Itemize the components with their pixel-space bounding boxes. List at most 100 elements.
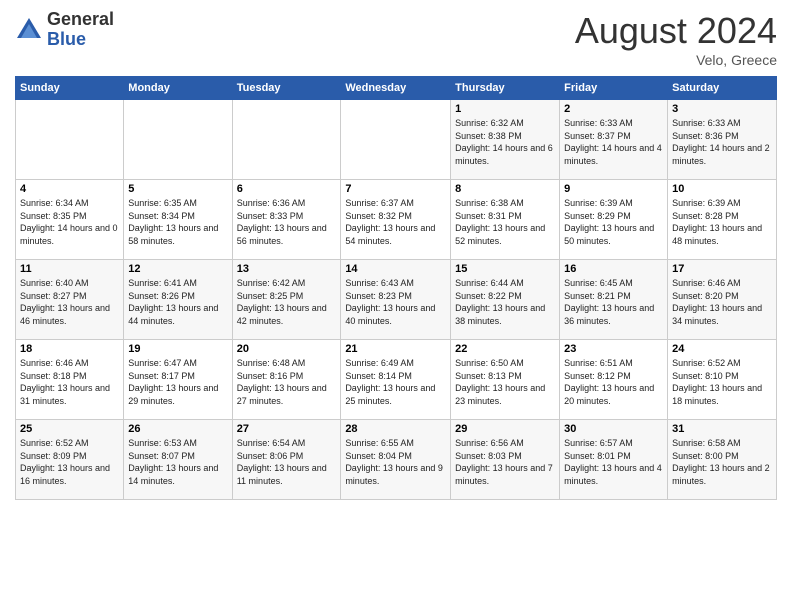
header-cell-thursday: Thursday <box>451 77 560 100</box>
day-cell: 7 Sunrise: 6:37 AM Sunset: 8:32 PM Daylig… <box>341 180 451 260</box>
day-info: Sunrise: 6:46 AM Sunset: 8:18 PM Dayligh… <box>20 357 119 407</box>
day-cell: 20 Sunrise: 6:48 AM Sunset: 8:16 PM Dayli… <box>232 340 341 420</box>
day-number: 19 <box>128 343 227 355</box>
calendar-header: SundayMondayTuesdayWednesdayThursdayFrid… <box>16 77 777 100</box>
day-cell: 27 Sunrise: 6:54 AM Sunset: 8:06 PM Dayli… <box>232 420 341 500</box>
day-cell: 16 Sunrise: 6:45 AM Sunset: 8:21 PM Dayli… <box>560 260 668 340</box>
day-number: 18 <box>20 343 119 355</box>
day-info: Sunrise: 6:38 AM Sunset: 8:31 PM Dayligh… <box>455 197 555 247</box>
day-cell: 13Sunrise: 6:42 AM Sunset: 8:25 PM Dayli… <box>232 260 341 340</box>
day-number: 25 <box>20 423 119 435</box>
day-info: Sunrise: 6:49 AM Sunset: 8:14 PM Dayligh… <box>345 357 446 407</box>
day-number: 9 <box>564 183 663 195</box>
day-number: 7 <box>345 183 446 195</box>
day-info: Sunrise: 6:41 AM Sunset: 8:26 PM Dayligh… <box>128 277 227 327</box>
day-cell: 11 Sunrise: 6:40 AM Sunset: 8:27 PM Dayli… <box>16 260 124 340</box>
day-number: 12 <box>128 263 227 275</box>
week-row-1: 4 Sunrise: 6:34 AM Sunset: 8:35 PM Daylig… <box>16 180 777 260</box>
day-number: 27 <box>237 423 337 435</box>
day-cell: 26Sunrise: 6:53 AM Sunset: 8:07 PM Dayli… <box>124 420 232 500</box>
day-cell <box>232 100 341 180</box>
day-info: Sunrise: 6:39 AM Sunset: 8:29 PM Dayligh… <box>564 197 663 247</box>
day-cell: 22 Sunrise: 6:50 AM Sunset: 8:13 PM Dayli… <box>451 340 560 420</box>
logo-icon <box>15 16 43 44</box>
day-cell: 5Sunrise: 6:35 AM Sunset: 8:34 PM Daylig… <box>124 180 232 260</box>
day-info: Sunrise: 6:47 AM Sunset: 8:17 PM Dayligh… <box>128 357 227 407</box>
day-info: Sunrise: 6:32 AM Sunset: 8:38 PM Dayligh… <box>455 117 555 167</box>
title-block: August 2024 Velo, Greece <box>575 10 777 68</box>
day-number: 22 <box>455 343 555 355</box>
day-info: Sunrise: 6:44 AM Sunset: 8:22 PM Dayligh… <box>455 277 555 327</box>
day-info: Sunrise: 6:34 AM Sunset: 8:35 PM Dayligh… <box>20 197 119 247</box>
day-number: 11 <box>20 263 119 275</box>
day-info: Sunrise: 6:50 AM Sunset: 8:13 PM Dayligh… <box>455 357 555 407</box>
day-number: 16 <box>564 263 663 275</box>
day-cell: 30Sunrise: 6:57 AM Sunset: 8:01 PM Dayli… <box>560 420 668 500</box>
header-cell-friday: Friday <box>560 77 668 100</box>
day-cell: 9 Sunrise: 6:39 AM Sunset: 8:29 PM Daylig… <box>560 180 668 260</box>
day-cell: 21 Sunrise: 6:49 AM Sunset: 8:14 PM Dayli… <box>341 340 451 420</box>
day-info: Sunrise: 6:58 AM Sunset: 8:00 PM Dayligh… <box>672 437 772 487</box>
day-number: 14 <box>345 263 446 275</box>
day-cell <box>341 100 451 180</box>
day-cell: 25Sunrise: 6:52 AM Sunset: 8:09 PM Dayli… <box>16 420 124 500</box>
day-number: 29 <box>455 423 555 435</box>
day-cell: 1Sunrise: 6:32 AM Sunset: 8:38 PM Daylig… <box>451 100 560 180</box>
day-info: Sunrise: 6:37 AM Sunset: 8:32 PM Dayligh… <box>345 197 446 247</box>
day-number: 20 <box>237 343 337 355</box>
day-number: 17 <box>672 263 772 275</box>
day-info: Sunrise: 6:46 AM Sunset: 8:20 PM Dayligh… <box>672 277 772 327</box>
week-row-2: 11 Sunrise: 6:40 AM Sunset: 8:27 PM Dayli… <box>16 260 777 340</box>
day-info: Sunrise: 6:36 AM Sunset: 8:33 PM Dayligh… <box>237 197 337 247</box>
day-number: 6 <box>237 183 337 195</box>
day-info: Sunrise: 6:33 AM Sunset: 8:37 PM Dayligh… <box>564 117 663 167</box>
day-info: Sunrise: 6:57 AM Sunset: 8:01 PM Dayligh… <box>564 437 663 487</box>
day-number: 4 <box>20 183 119 195</box>
day-cell: 31Sunrise: 6:58 AM Sunset: 8:00 PM Dayli… <box>668 420 777 500</box>
calendar-table: SundayMondayTuesdayWednesdayThursdayFrid… <box>15 76 777 500</box>
calendar-body: 1Sunrise: 6:32 AM Sunset: 8:38 PM Daylig… <box>16 100 777 500</box>
day-info: Sunrise: 6:52 AM Sunset: 8:10 PM Dayligh… <box>672 357 772 407</box>
day-cell: 14Sunrise: 6:43 AM Sunset: 8:23 PM Dayli… <box>341 260 451 340</box>
day-info: Sunrise: 6:40 AM Sunset: 8:27 PM Dayligh… <box>20 277 119 327</box>
page-header: General Blue August 2024 Velo, Greece <box>15 10 777 68</box>
day-cell: 12 Sunrise: 6:41 AM Sunset: 8:26 PM Dayli… <box>124 260 232 340</box>
header-cell-wednesday: Wednesday <box>341 77 451 100</box>
day-number: 21 <box>345 343 446 355</box>
day-info: Sunrise: 6:42 AM Sunset: 8:25 PM Dayligh… <box>237 277 337 327</box>
logo-blue: Blue <box>47 29 86 49</box>
day-number: 2 <box>564 103 663 115</box>
day-number: 28 <box>345 423 446 435</box>
day-cell: 10 Sunrise: 6:39 AM Sunset: 8:28 PM Dayli… <box>668 180 777 260</box>
day-info: Sunrise: 6:48 AM Sunset: 8:16 PM Dayligh… <box>237 357 337 407</box>
day-cell: 2 Sunrise: 6:33 AM Sunset: 8:37 PM Daylig… <box>560 100 668 180</box>
day-number: 26 <box>128 423 227 435</box>
day-cell: 18 Sunrise: 6:46 AM Sunset: 8:18 PM Dayli… <box>16 340 124 420</box>
day-info: Sunrise: 6:39 AM Sunset: 8:28 PM Dayligh… <box>672 197 772 247</box>
day-cell <box>16 100 124 180</box>
day-cell: 17 Sunrise: 6:46 AM Sunset: 8:20 PM Dayli… <box>668 260 777 340</box>
week-row-4: 25Sunrise: 6:52 AM Sunset: 8:09 PM Dayli… <box>16 420 777 500</box>
day-info: Sunrise: 6:56 AM Sunset: 8:03 PM Dayligh… <box>455 437 555 487</box>
month-year: August 2024 <box>575 10 777 52</box>
day-number: 23 <box>564 343 663 355</box>
header-row: SundayMondayTuesdayWednesdayThursdayFrid… <box>16 77 777 100</box>
day-cell: 29 Sunrise: 6:56 AM Sunset: 8:03 PM Dayli… <box>451 420 560 500</box>
day-number: 3 <box>672 103 772 115</box>
day-info: Sunrise: 6:33 AM Sunset: 8:36 PM Dayligh… <box>672 117 772 167</box>
day-number: 10 <box>672 183 772 195</box>
day-cell: 19 Sunrise: 6:47 AM Sunset: 8:17 PM Dayli… <box>124 340 232 420</box>
day-info: Sunrise: 6:51 AM Sunset: 8:12 PM Dayligh… <box>564 357 663 407</box>
day-cell: 15Sunrise: 6:44 AM Sunset: 8:22 PM Dayli… <box>451 260 560 340</box>
day-cell: 28Sunrise: 6:55 AM Sunset: 8:04 PM Dayli… <box>341 420 451 500</box>
day-cell: 3 Sunrise: 6:33 AM Sunset: 8:36 PM Daylig… <box>668 100 777 180</box>
week-row-3: 18 Sunrise: 6:46 AM Sunset: 8:18 PM Dayli… <box>16 340 777 420</box>
day-cell: 24Sunrise: 6:52 AM Sunset: 8:10 PM Dayli… <box>668 340 777 420</box>
location: Velo, Greece <box>575 52 777 68</box>
logo-general: General <box>47 9 114 29</box>
day-cell: 6 Sunrise: 6:36 AM Sunset: 8:33 PM Daylig… <box>232 180 341 260</box>
day-info: Sunrise: 6:45 AM Sunset: 8:21 PM Dayligh… <box>564 277 663 327</box>
day-info: Sunrise: 6:54 AM Sunset: 8:06 PM Dayligh… <box>237 437 337 487</box>
day-number: 5 <box>128 183 227 195</box>
day-number: 8 <box>455 183 555 195</box>
